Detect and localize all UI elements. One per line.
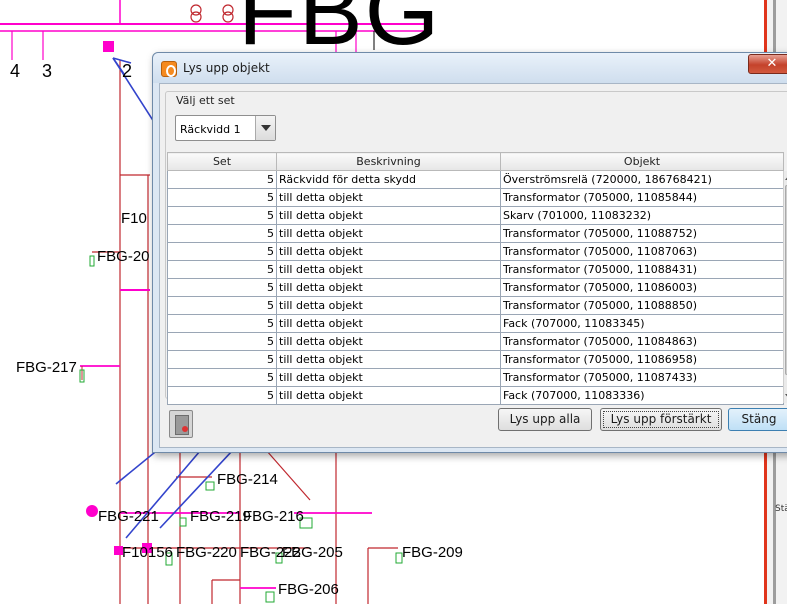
node-label: FBG-20 [97, 248, 150, 265]
cell-object: Transformator (705000, 11088850) [500, 296, 784, 315]
cell-object: Transformator (705000, 11088431) [500, 260, 784, 279]
table-row[interactable]: 5 till detta objekt Transformator (705000,… [167, 350, 784, 369]
component-marker [205, 481, 215, 491]
table-row[interactable]: 5 till detta objekt Transformator (705000,… [167, 278, 784, 297]
cell-description: Räckvidd för detta skydd [276, 170, 501, 189]
cell-set: 5 [167, 224, 277, 243]
component-marker [179, 517, 187, 527]
node-label: 2 [122, 61, 133, 81]
cell-object: Transformator (705000, 11087063) [500, 242, 784, 261]
cell-description: till detta objekt [276, 188, 501, 207]
column-header-object[interactable]: Objekt [500, 152, 784, 171]
table-scrollbar[interactable] [783, 171, 787, 403]
cell-set: 5 [167, 350, 277, 369]
table-row[interactable]: 5 till detta objekt Transformator (705000,… [167, 224, 784, 243]
cell-set: 5 [167, 260, 277, 279]
transformer-symbol [190, 11, 202, 23]
station-title: FBG [238, 0, 442, 65]
cell-description: till detta objekt [276, 314, 501, 333]
node-label: F10156 [122, 544, 173, 561]
cell-object: Transformator (705000, 11086003) [500, 278, 784, 297]
cell-object: Fack (707000, 11083345) [500, 314, 784, 333]
node-label: FBG-205 [282, 544, 343, 561]
cell-description: till detta objekt [276, 386, 501, 405]
cell-description: till detta objekt [276, 206, 501, 225]
cell-description: till detta objekt [276, 278, 501, 297]
cell-description: till detta objekt [276, 260, 501, 279]
node-label: FBG-206 [278, 581, 339, 598]
cell-description: till detta objekt [276, 296, 501, 315]
close-window-button[interactable]: ✕ [748, 54, 787, 74]
table-row[interactable]: 5 till detta objekt Fack (707000, 11083345… [167, 314, 784, 333]
table-row[interactable]: 5 Räckvidd för detta skydd Överströmsrelä … [167, 170, 784, 189]
transformer-symbol [222, 11, 234, 23]
node-label: FBG-220 [176, 544, 237, 561]
panel-tab-label: Stä [775, 504, 787, 514]
set-groupbox: Välj ett set Räckvidd 1 Set Beskrivning … [165, 91, 787, 405]
cell-description: till detta objekt [276, 332, 501, 351]
cell-object: Överströmsrelä (720000, 186768421) [500, 170, 784, 189]
node-label: FBG-214 [217, 471, 278, 488]
chevron-down-icon[interactable] [255, 116, 275, 140]
table-row[interactable]: 5 till detta objekt Transformator (705000,… [167, 188, 784, 207]
light-up-enhanced-button[interactable]: Lys upp förstärkt [600, 408, 722, 431]
table-header: Set Beskrivning Objekt [167, 152, 784, 171]
column-header-set[interactable]: Set [167, 152, 277, 171]
cell-description: till detta objekt [276, 350, 501, 369]
objects-table: Set Beskrivning Objekt 5 Räckvidd för det… [167, 152, 784, 405]
node-label: FBG-221 [98, 508, 159, 525]
cell-object: Transformator (705000, 11087433) [500, 368, 784, 387]
node-label: F10 [121, 210, 147, 227]
column-header-description[interactable]: Beskrivning [276, 152, 501, 171]
component-marker [89, 255, 95, 267]
node-label: FBG-219 [190, 508, 251, 525]
table-row[interactable]: 5 till detta objekt Skarv (701000, 1108323… [167, 206, 784, 225]
table-row[interactable]: 5 till detta objekt Transformator (705000,… [167, 296, 784, 315]
node-label: 3 [42, 61, 53, 81]
table-row[interactable]: 5 till detta objekt Transformator (705000,… [167, 242, 784, 261]
table-row[interactable]: 5 till detta objekt Fack (707000, 11083336… [167, 386, 784, 405]
node-label: FBG-216 [243, 508, 304, 525]
cell-description: till detta objekt [276, 368, 501, 387]
group-title: Välj ett set [174, 94, 237, 107]
dialog-title: Lys upp objekt [183, 61, 270, 75]
dialog-titlebar[interactable]: Lys upp objekt ✕ [153, 53, 787, 83]
highlight-objects-dialog: Lys upp objekt ✕ Välj ett set Räckvidd 1… [152, 52, 787, 453]
close-button[interactable]: Stäng [728, 408, 787, 431]
cell-set: 5 [167, 242, 277, 261]
cell-object: Skarv (701000, 11083232) [500, 206, 784, 225]
node-label: FBG-209 [402, 544, 463, 561]
cell-set: 5 [167, 386, 277, 405]
light-up-all-button[interactable]: Lys upp alla [498, 408, 592, 431]
node-marker [86, 505, 98, 517]
table-row[interactable]: 5 till detta objekt Transformator (705000,… [167, 260, 784, 279]
cell-object: Transformator (705000, 11086958) [500, 350, 784, 369]
node-marker [103, 41, 114, 52]
cell-description: till detta objekt [276, 224, 501, 243]
table-row[interactable]: 5 till detta objekt Transformator (705000,… [167, 368, 784, 387]
dialog-body: Välj ett set Räckvidd 1 Set Beskrivning … [159, 83, 787, 448]
set-select[interactable]: Räckvidd 1 [175, 115, 276, 141]
table-row[interactable]: 5 till detta objekt Transformator (705000,… [167, 332, 784, 351]
cell-set: 5 [167, 170, 277, 189]
app-icon [161, 61, 177, 77]
node-label: FBG-217 [16, 359, 77, 376]
node-label: 4 [10, 61, 21, 81]
cell-object: Transformator (705000, 11085844) [500, 188, 784, 207]
cell-set: 5 [167, 188, 277, 207]
cell-set: 5 [167, 332, 277, 351]
cell-set: 5 [167, 296, 277, 315]
cell-set: 5 [167, 206, 277, 225]
export-icon[interactable] [169, 410, 193, 438]
cell-description: till detta objekt [276, 242, 501, 261]
cell-set: 5 [167, 278, 277, 297]
set-select-value: Räckvidd 1 [180, 123, 241, 136]
component-marker [265, 591, 275, 603]
cell-object: Fack (707000, 11083336) [500, 386, 784, 405]
cell-set: 5 [167, 314, 277, 333]
cell-object: Transformator (705000, 11084863) [500, 332, 784, 351]
cell-object: Transformator (705000, 11088752) [500, 224, 784, 243]
cell-set: 5 [167, 368, 277, 387]
